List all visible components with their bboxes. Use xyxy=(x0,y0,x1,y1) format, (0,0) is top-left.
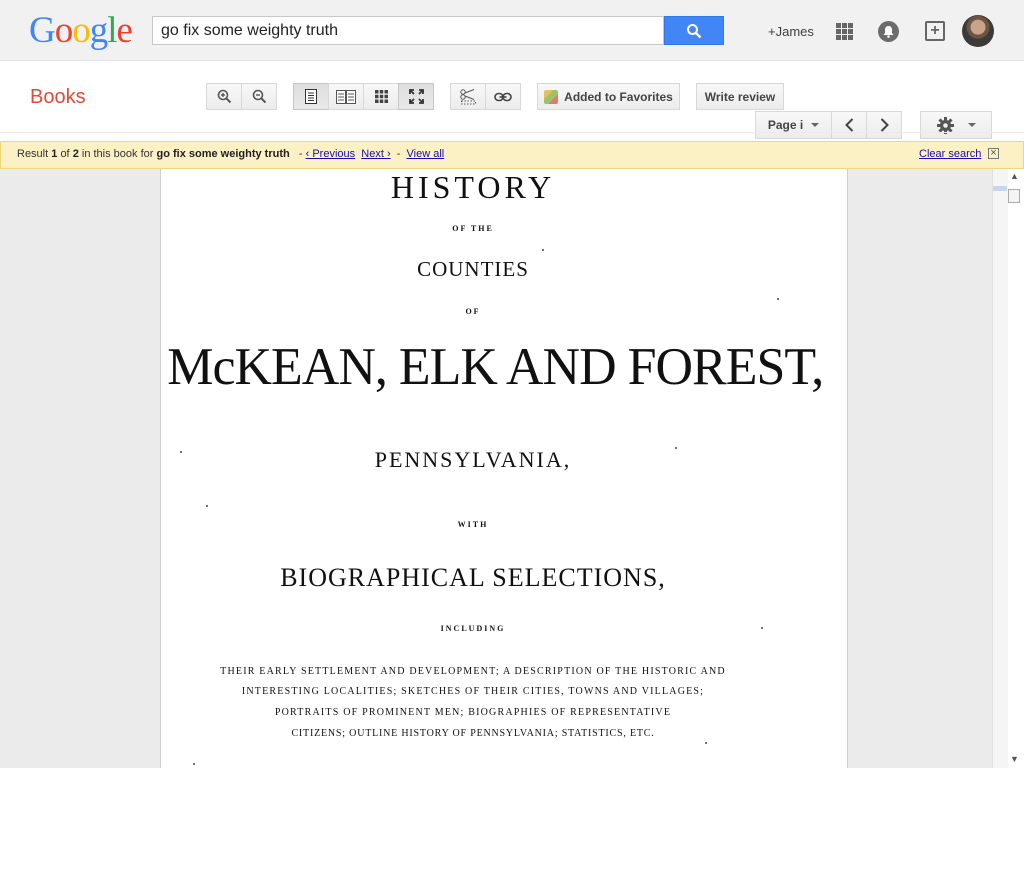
page-text-with: WITH xyxy=(457,520,489,529)
google-logo[interactable]: Google xyxy=(29,10,133,51)
two-page-view-button[interactable] xyxy=(328,83,364,110)
gear-icon xyxy=(936,116,954,134)
scan-speck xyxy=(675,447,677,449)
chevron-down-icon xyxy=(967,123,976,127)
chevron-down-icon xyxy=(811,123,820,127)
page-text-including: INCLUDING xyxy=(440,624,506,633)
link-button[interactable] xyxy=(485,83,521,110)
page-label: Page i xyxy=(767,118,804,132)
page-description-line: CITIZENS; OUTLINE HISTORY OF PENNSYLVANI… xyxy=(291,728,655,739)
page-title-counties: McKEAN, ELK AND FOREST, xyxy=(167,338,824,396)
page-description-line: THEIR EARLY SETTLEMENT AND DEVELOPMENT; … xyxy=(220,666,726,677)
close-icon[interactable]: × xyxy=(988,148,999,159)
added-to-favorites-button[interactable]: Added to Favorites xyxy=(537,83,680,110)
logo-letter: g xyxy=(89,10,108,51)
write-review-label: Write review xyxy=(704,89,776,104)
scroll-down-arrow-icon[interactable]: ▼ xyxy=(1010,754,1019,764)
toolbar-divider xyxy=(0,132,1024,133)
write-review-button[interactable]: Write review xyxy=(696,83,784,110)
view-all-link[interactable]: View all xyxy=(407,148,445,160)
clear-search-link[interactable]: Clear search xyxy=(919,148,981,160)
library-icon xyxy=(544,89,559,104)
search-box xyxy=(152,16,664,45)
logo-letter: o xyxy=(54,10,73,51)
logo-letter: e xyxy=(116,10,133,51)
book-page: HISTORY OF THE COUNTIES OF McKEAN, ELK A… xyxy=(160,169,848,768)
zoom-out-icon xyxy=(252,89,266,104)
scan-speck xyxy=(180,451,182,453)
viewer-scrollbar-track[interactable] xyxy=(992,169,1009,768)
single-page-view-button[interactable] xyxy=(293,83,329,110)
previous-page-button[interactable] xyxy=(831,111,867,139)
scan-speck xyxy=(193,763,195,765)
avatar[interactable] xyxy=(962,15,994,47)
link-icon xyxy=(494,92,512,101)
scan-speck xyxy=(542,249,544,251)
scan-speck xyxy=(777,298,779,300)
user-link[interactable]: +James xyxy=(768,24,814,39)
page-description-line: PORTRAITS OF PROMINENT MEN; BIOGRAPHIES … xyxy=(274,707,672,718)
two-page-icon xyxy=(336,89,356,104)
top-bar: Google +James + xyxy=(0,0,1024,61)
result-in-book: in this book for xyxy=(81,148,154,160)
share-plus-icon[interactable]: + xyxy=(925,21,945,41)
previous-result-link[interactable]: ‹ Previous xyxy=(306,148,356,160)
notification-icon[interactable] xyxy=(878,21,899,42)
result-of: of xyxy=(60,148,70,160)
chevron-right-icon xyxy=(880,118,889,132)
result-total: 2 xyxy=(72,148,79,160)
scroll-up-arrow-icon[interactable]: ▲ xyxy=(1010,171,1019,181)
apps-icon[interactable] xyxy=(836,23,853,40)
zoom-in-button[interactable] xyxy=(206,83,242,110)
scrollbar-thumb[interactable] xyxy=(1008,189,1020,203)
logo-letter: l xyxy=(107,10,117,51)
scan-speck xyxy=(761,627,763,629)
page-heading-counties: COUNTIES xyxy=(417,257,529,281)
search-input[interactable] xyxy=(153,17,659,44)
zoom-in-icon xyxy=(217,89,231,104)
scan-speck xyxy=(206,505,208,507)
scan-speck xyxy=(705,742,707,744)
search-icon xyxy=(687,23,702,38)
scroll-position-indicator xyxy=(993,186,1007,191)
chevron-left-icon xyxy=(844,118,853,132)
result-current: 1 xyxy=(51,148,58,160)
page-heading-biographical: BIOGRAPHICAL SELECTIONS, xyxy=(280,563,666,592)
search-button[interactable] xyxy=(664,16,724,45)
fullscreen-icon xyxy=(408,89,424,104)
fullscreen-button[interactable] xyxy=(398,83,434,110)
thumbnail-icon xyxy=(374,90,388,103)
result-summary: Result 1 of 2 in this book for go fix so… xyxy=(17,148,445,160)
zoom-out-button[interactable] xyxy=(241,83,277,110)
book-viewer: HISTORY OF THE COUNTIES OF McKEAN, ELK A… xyxy=(0,169,1024,768)
page-scrollbar[interactable] xyxy=(1008,169,1024,768)
search-result-bar: Result 1 of 2 in this book for go fix so… xyxy=(0,141,1024,169)
page-select[interactable]: Page i xyxy=(755,111,832,139)
favorites-label: Added to Favorites xyxy=(564,89,673,104)
page-text-of: OF xyxy=(465,307,481,316)
clip-button[interactable] xyxy=(450,83,486,110)
next-page-button[interactable] xyxy=(866,111,902,139)
single-page-icon xyxy=(305,89,317,104)
settings-button[interactable] xyxy=(920,111,992,139)
result-query: go fix some weighty truth xyxy=(156,148,290,160)
logo-letter: G xyxy=(29,10,56,51)
page-heading-pennsylvania: PENNSYLVANIA, xyxy=(374,447,572,472)
page-heading-history: HISTORY xyxy=(390,169,556,205)
clip-icon xyxy=(460,88,476,104)
next-result-link[interactable]: Next › xyxy=(361,148,390,160)
page-text-of-the: OF THE xyxy=(452,224,494,233)
books-title[interactable]: Books xyxy=(30,86,86,109)
result-prefix: Result xyxy=(17,148,49,160)
thumbnail-view-button[interactable] xyxy=(363,83,399,110)
page-description-line: INTERESTING LOCALITIES; SKETCHES OF THEI… xyxy=(241,686,705,697)
logo-letter: o xyxy=(72,10,90,51)
